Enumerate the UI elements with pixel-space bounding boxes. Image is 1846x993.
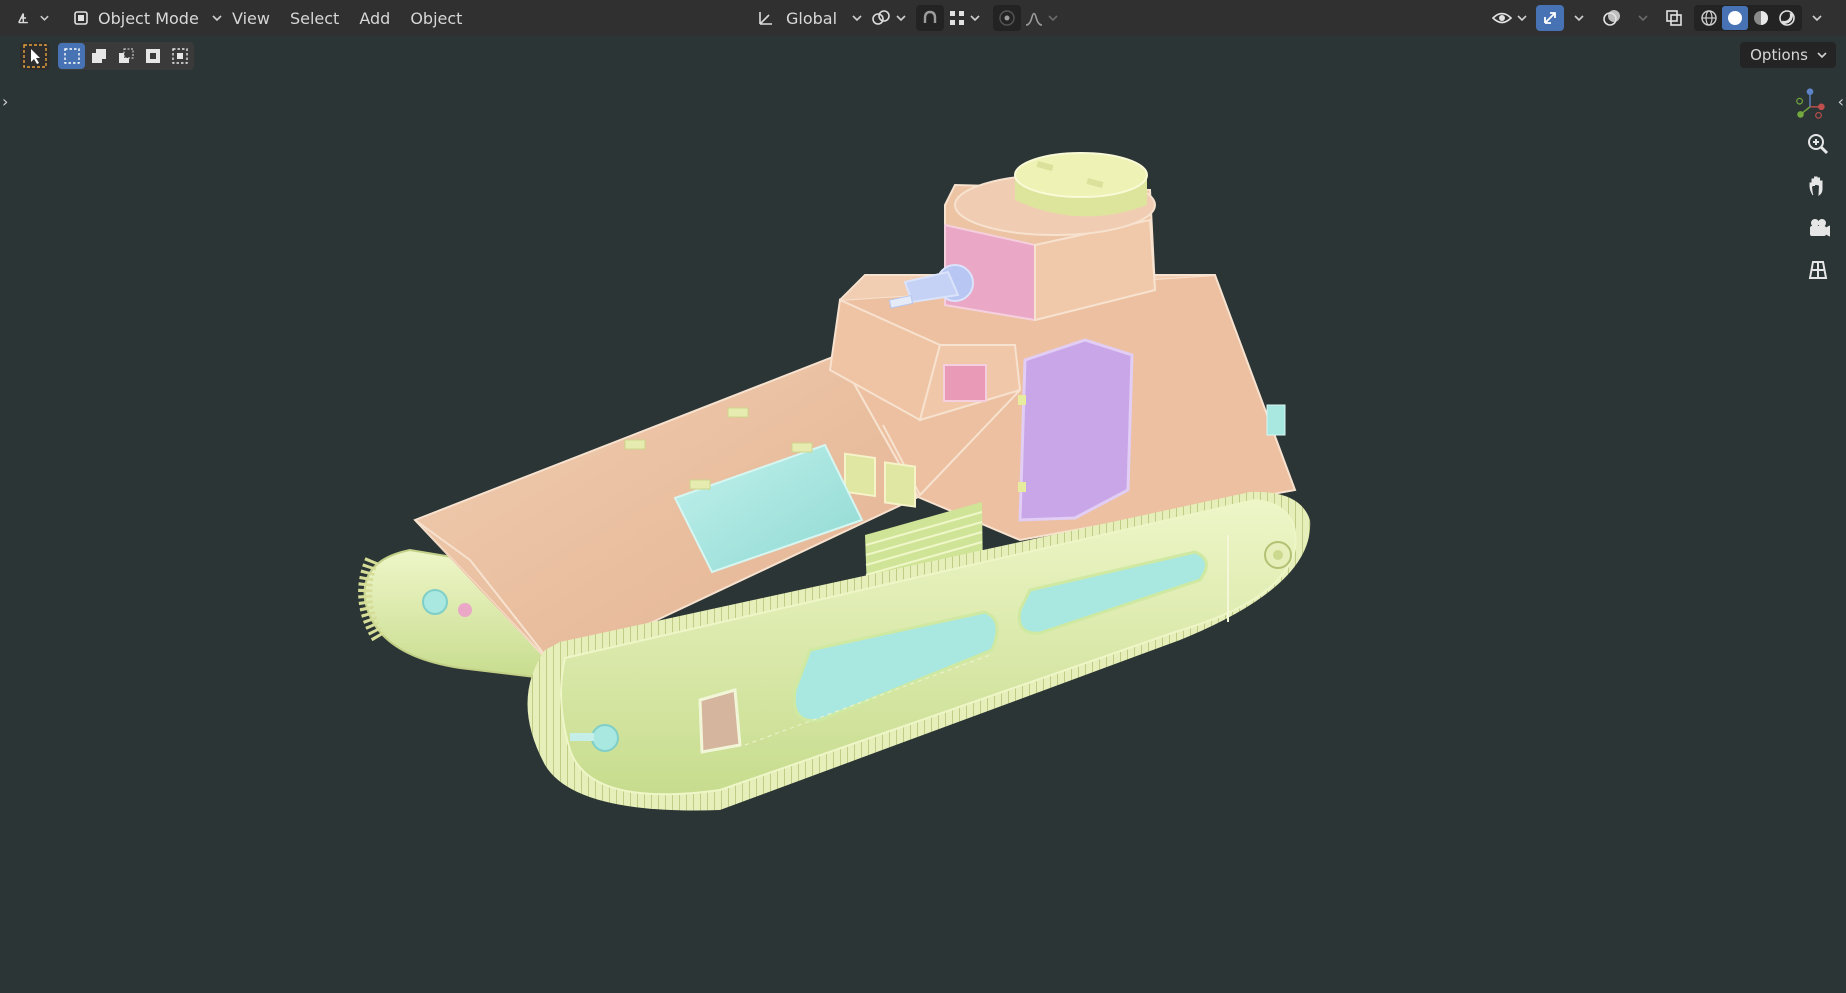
orientation-label: Global [786, 8, 838, 28]
falloff-curve-icon[interactable] [1021, 5, 1061, 31]
ortho-grid-icon[interactable] [1800, 252, 1836, 288]
pivot-point-icon[interactable] [868, 5, 908, 31]
tank-model[interactable] [0, 0, 1846, 993]
menu-object[interactable]: Object [400, 5, 472, 31]
options-label: Options [1750, 46, 1808, 64]
transform-orientation-icon [759, 12, 772, 25]
3d-viewport[interactable]: Object Mode View Select Add Object Globa… [0, 0, 1846, 993]
pan-hand-icon[interactable] [1800, 168, 1836, 204]
mode-label: Object Mode [98, 8, 199, 28]
viewport-header: Object Mode View Select Add Object Globa… [0, 0, 1846, 36]
camera-icon[interactable] [1800, 210, 1836, 246]
mode-selector[interactable]: Object Mode [66, 5, 229, 31]
menu-select[interactable]: Select [280, 5, 349, 31]
visibility-eye-icon[interactable] [1488, 5, 1530, 31]
xray-icon[interactable] [1660, 5, 1688, 31]
snap-increment-icon[interactable] [944, 5, 984, 31]
shading-rendered-icon[interactable] [1774, 9, 1800, 27]
select-intersect-icon[interactable] [166, 43, 193, 69]
axis-gizmo[interactable] [1792, 86, 1828, 122]
overlay-icon[interactable] [1596, 5, 1628, 31]
shading-wireframe-icon[interactable] [1696, 9, 1722, 27]
select-box-icon[interactable] [58, 43, 85, 69]
object-mode-icon [74, 11, 88, 25]
menu-view[interactable]: View [222, 5, 280, 31]
tool-settings-bar [0, 36, 1846, 74]
snap-icon[interactable] [916, 5, 944, 31]
sidebar-expand-icon[interactable]: ‹ [1838, 92, 1844, 111]
shading-mode-group [1694, 5, 1802, 31]
gizmo-options[interactable] [1564, 5, 1590, 31]
shading-options[interactable] [1802, 5, 1828, 31]
menu-add[interactable]: Add [349, 5, 400, 31]
shading-material-icon[interactable] [1748, 9, 1774, 27]
select-cursor-icon[interactable] [20, 42, 50, 70]
options-button[interactable]: Options [1740, 42, 1836, 68]
select-extend-icon[interactable] [85, 43, 112, 69]
select-subtract-icon[interactable] [112, 43, 139, 69]
editor-type-icon[interactable] [16, 5, 50, 31]
selection-mode-group [58, 42, 194, 70]
select-invert-icon[interactable] [139, 43, 166, 69]
proportional-editing-icon[interactable] [993, 5, 1021, 31]
overlay-options[interactable] [1628, 5, 1654, 31]
gizmo-icon[interactable] [1536, 5, 1564, 31]
shading-solid-icon[interactable] [1722, 6, 1748, 30]
zoom-icon[interactable] [1800, 126, 1836, 162]
turret [888, 152, 1157, 322]
transform-orientation-selector[interactable]: Global [750, 5, 869, 31]
toolbar-expand-icon[interactable]: › [2, 92, 8, 111]
